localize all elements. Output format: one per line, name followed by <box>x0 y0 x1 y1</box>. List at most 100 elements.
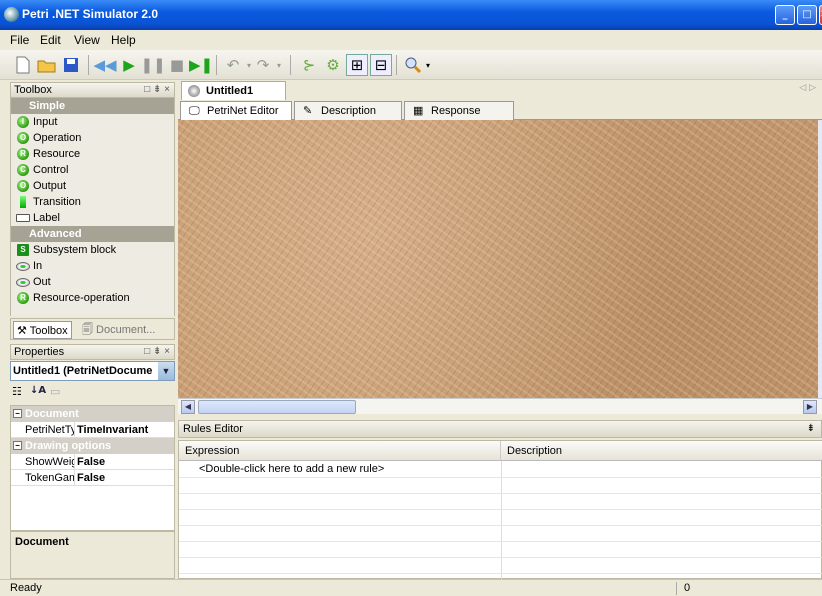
resource-operation-icon: R <box>17 292 29 304</box>
toolbox-item-resource-operation[interactable]: R Resource-operation <box>11 290 174 306</box>
play-icon[interactable]: ▶ <box>118 54 140 76</box>
tab-response[interactable]: ▦ Response <box>404 101 514 120</box>
alphabetical-icon[interactable]: ↓A <box>30 385 46 396</box>
toolbox-item-input[interactable]: I Input <box>11 114 174 130</box>
menu-help[interactable]: Help <box>111 33 136 47</box>
zoom-icon[interactable] <box>402 54 424 76</box>
properties-title: Properties <box>14 346 65 358</box>
collapse-icon[interactable]: − <box>13 409 22 418</box>
toolbox-panel: Simple I Input O Operation R Resource C Cont… <box>10 98 175 316</box>
group-simple[interactable]: Simple <box>11 98 174 114</box>
pause-icon[interactable]: ❚❚ <box>140 54 165 76</box>
properties-header: Properties □ ⇟ × <box>10 344 175 360</box>
horizontal-scrollbar[interactable]: ◀ ▶ <box>178 398 822 414</box>
petrinet-canvas[interactable] <box>178 120 818 398</box>
toolbox-header: Toolbox □ ⇟ × <box>10 82 175 98</box>
categorized-icon[interactable]: ☷ <box>12 385 22 398</box>
tab-description[interactable]: ✎ Description <box>294 101 402 120</box>
editor-tabs: 🖵 PetriNet Editor ✎ Description ▦ Response <box>178 100 822 121</box>
rules-grid[interactable]: Expression Description <Double-click her… <box>178 440 822 580</box>
document-icon <box>188 85 200 97</box>
input-place-icon: I <box>17 116 29 128</box>
arrange-icon[interactable]: ⊱ <box>298 54 320 76</box>
property-pages-icon[interactable]: ▭ <box>50 385 60 398</box>
toolbox-item-subsystem-block[interactable]: S Subsystem block <box>11 242 174 258</box>
properties-toolbar: ☷ ↓A ▭ <box>10 383 175 403</box>
column-expression[interactable]: Expression <box>179 441 501 461</box>
column-description[interactable]: Description <box>501 441 822 461</box>
redo-dropdown-icon[interactable]: ▾ <box>268 54 290 76</box>
out-port-icon <box>16 278 30 287</box>
document-tab-untitled1[interactable]: Untitled1 <box>181 81 286 100</box>
toolbox-controls[interactable]: □ ⇟ × <box>144 84 170 95</box>
object-selector[interactable]: Untitled1 (PetriNetDocume ▼ <box>10 361 175 381</box>
toolbox-item-control[interactable]: C Control <box>11 162 174 178</box>
toolbox-item-label[interactable]: Label <box>11 210 174 226</box>
chevron-down-icon[interactable]: ▼ <box>158 362 174 380</box>
zoom-dropdown-icon[interactable]: ▾ <box>422 54 434 76</box>
control-place-icon: C <box>17 164 29 176</box>
tab-document-outline[interactable]: 🗐 Document... <box>79 321 158 339</box>
editor-icon: 🖵 <box>189 105 200 117</box>
tab-nav-arrows[interactable]: ◁ ▷ <box>799 83 816 93</box>
rewind-icon[interactable]: ◀◀ <box>93 54 116 76</box>
description-icon: ✎ <box>303 105 313 117</box>
operation-place-icon: O <box>17 132 29 144</box>
title-bar[interactable]: Petri .NET Simulator 2.0 _ □ ✕ <box>0 0 822 30</box>
tab-petrinet-editor[interactable]: 🖵 PetriNet Editor <box>180 101 292 121</box>
property-row[interactable]: PetriNetTypTimeInvariant <box>11 422 174 438</box>
stop-icon[interactable]: ■ <box>166 54 188 76</box>
document-tab-bar: Untitled1 ◁ ▷ <box>178 80 822 100</box>
toolbox-bottom-tabs: ⚒ Toolbox 🗐 Document... <box>10 318 175 340</box>
transition-icon <box>20 196 26 208</box>
properties-controls[interactable]: □ ⇟ × <box>144 346 170 357</box>
network-icon[interactable]: ⚙ <box>322 54 344 76</box>
menu-bar: File Edit View Help <box>0 30 822 50</box>
tab-toolbox[interactable]: ⚒ Toolbox <box>13 321 72 339</box>
menu-view[interactable]: View <box>74 33 100 47</box>
property-grid: −Document PetriNetTypTimeInvariant −Draw… <box>10 405 175 531</box>
status-bar: Ready 0 <box>0 579 822 596</box>
vertical-scrollbar[interactable] <box>818 120 822 398</box>
property-row[interactable]: TokenGam False <box>11 470 174 486</box>
category-document[interactable]: − Document <box>11 406 174 422</box>
toolbox-item-operation[interactable]: O Operation <box>11 130 174 146</box>
grid-icon[interactable]: ⊞ <box>346 54 368 76</box>
toolbox-item-output[interactable]: O Output <box>11 178 174 194</box>
add-rule-placeholder[interactable]: <Double-click here to add a new rule> <box>199 463 384 475</box>
toolbox-item-out[interactable]: Out <box>11 274 174 290</box>
scroll-thumb[interactable] <box>198 400 356 414</box>
step-icon[interactable]: ▶❚ <box>189 54 213 76</box>
menu-file[interactable]: File <box>10 33 29 47</box>
toolbox-title: Toolbox <box>14 84 52 96</box>
chart-icon: ▦ <box>413 105 424 117</box>
new-file-icon[interactable] <box>12 54 34 76</box>
toolbox-item-resource[interactable]: R Resource <box>11 146 174 162</box>
property-row[interactable]: ShowWeighFalse <box>11 454 174 470</box>
property-description: Document <box>10 531 175 579</box>
toolbox-item-transition[interactable]: Transition <box>11 194 174 210</box>
status-count: 0 <box>684 582 691 594</box>
toolbar: ◀◀ ▶ ❚❚ ■ ▶❚ ↶ ▾ ↷ ▾ ⊱ ⚙ ⊞ ⊟ ▾ <box>0 50 822 80</box>
menu-edit[interactable]: Edit <box>40 33 61 47</box>
toolbox-item-in[interactable]: In <box>11 258 174 274</box>
rules-editor-title: Rules Editor <box>183 423 243 435</box>
resource-place-icon: R <box>17 148 29 160</box>
app-icon <box>4 7 19 22</box>
maximize-button[interactable]: □ <box>797 5 817 25</box>
pin-icon[interactable]: ⇟ <box>807 421 815 437</box>
label-icon <box>16 214 30 222</box>
group-advanced[interactable]: Advanced <box>11 226 174 242</box>
scroll-left-icon[interactable]: ◀ <box>181 400 195 414</box>
snap-icon[interactable]: ⊟ <box>370 54 392 76</box>
scroll-right-icon[interactable]: ▶ <box>803 400 817 414</box>
rules-editor-header: Rules Editor ⇟ <box>178 420 822 438</box>
in-port-icon <box>16 262 30 271</box>
hammer-icon: ⚒ <box>17 325 30 337</box>
save-icon[interactable] <box>60 54 82 76</box>
collapse-icon[interactable]: − <box>13 441 22 450</box>
category-drawing-options[interactable]: − Drawing options <box>11 438 174 454</box>
window-title: Petri .NET Simulator 2.0 <box>22 7 159 21</box>
minimize-button[interactable]: _ <box>775 5 795 25</box>
open-folder-icon[interactable] <box>36 54 58 76</box>
